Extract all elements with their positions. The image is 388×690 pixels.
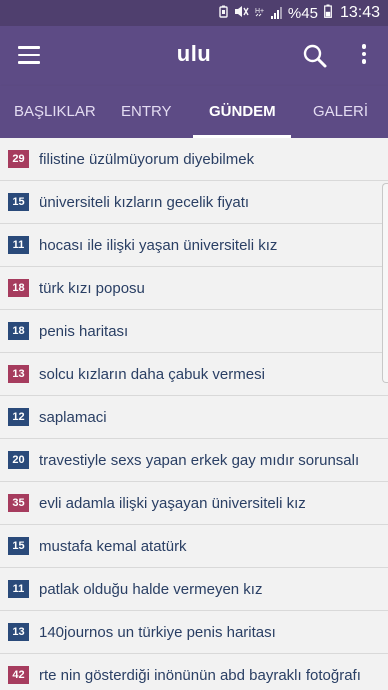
entry-count-badge: 42 (8, 666, 29, 684)
entry-count-badge: 29 (8, 150, 29, 168)
topic-title: evli adamla ilişki yaşayan üniversiteli … (39, 494, 306, 512)
topic-title: hocası ile ilişki yaşan üniversiteli kız (39, 236, 278, 254)
scrollbar-handle[interactable] (382, 183, 388, 383)
topic-row[interactable]: 20 travestiyle sexs yapan erkek gay mıdır… (0, 439, 388, 482)
entry-count-badge: 11 (8, 236, 29, 254)
topic-title: üniversiteli kızların gecelik fiyatı (39, 193, 250, 211)
topic-row[interactable]: 18 türk kızı poposu (0, 267, 388, 310)
tab-basliklar[interactable]: BAŞLIKLAR (14, 86, 96, 138)
battery-icon (324, 4, 332, 22)
entry-count-badge: 15 (8, 537, 29, 555)
tab-entry[interactable]: ENTRY (121, 86, 172, 138)
app-bar: ulu (0, 26, 388, 86)
topic-row[interactable]: 35 evli adamla ilişki yaşayan üniversitel… (0, 482, 388, 525)
tab-galeri[interactable]: GALERİ (313, 86, 368, 138)
topic-row[interactable]: 29 filistine üzülmüyorum diyebilmek (0, 138, 388, 181)
tab-gundem[interactable]: GÜNDEM (209, 86, 276, 138)
entry-count-badge: 11 (8, 580, 29, 598)
topic-row[interactable]: 42 rte nin gösterdiği inönünün abd bayrak… (0, 654, 388, 690)
entry-count-badge: 15 (8, 193, 29, 211)
topic-title: türk kızı poposu (39, 279, 145, 297)
mute-icon (234, 5, 249, 21)
topic-title: 140journos un türkiye penis haritası (39, 623, 276, 641)
no-wifi-icon: H+ (255, 5, 265, 21)
topic-row[interactable]: 13 solcu kızların daha çabuk vermesi (0, 353, 388, 396)
topic-row[interactable]: 12 saplamaci (0, 396, 388, 439)
clock: 13:43 (339, 4, 380, 21)
status-bar: H+ %45 13:43 (0, 0, 388, 26)
battery-percentage: %45 (287, 4, 318, 22)
topic-row[interactable]: 15 mustafa kemal atatürk (0, 525, 388, 568)
topic-title: saplamaci (39, 408, 107, 426)
entry-count-badge: 12 (8, 408, 29, 426)
topic-row[interactable]: 15 üniversiteli kızların gecelik fiyatı (0, 181, 388, 224)
signal-icon (270, 7, 282, 19)
topic-title: travestiyle sexs yapan erkek gay mıdır s… (39, 451, 360, 469)
topic-title: solcu kızların daha çabuk vermesi (39, 365, 265, 383)
battery-saver-icon (219, 5, 228, 21)
entry-count-badge: 18 (8, 322, 29, 340)
topic-title: patlak olduğu halde vermeyen kız (39, 580, 263, 598)
more-options-icon[interactable] (356, 44, 372, 68)
search-icon[interactable] (302, 43, 328, 69)
topic-title: mustafa kemal atatürk (39, 537, 187, 555)
network-type-label: H+ (255, 8, 264, 15)
topic-title: rte nin gösterdiği inönünün abd bayraklı… (39, 666, 361, 684)
entry-count-badge: 13 (8, 365, 29, 383)
entry-count-badge: 20 (8, 451, 29, 469)
topic-row[interactable]: 13 140journos un türkiye penis haritası (0, 611, 388, 654)
app-title: ulu (176, 41, 212, 66)
topic-title: filistine üzülmüyorum diyebilmek (39, 150, 255, 168)
tab-bar: BAŞLIKLAR ENTRY GÜNDEM GALERİ (0, 86, 388, 138)
topic-row[interactable]: 18 penis haritası (0, 310, 388, 353)
topic-list: 29 filistine üzülmüyorum diyebilmek 15 üniv… (0, 138, 388, 690)
entry-count-badge: 35 (8, 494, 29, 512)
topic-title: penis haritası (39, 322, 129, 340)
topic-row[interactable]: 11 patlak olduğu halde vermeyen kız (0, 568, 388, 611)
topic-row[interactable]: 11 hocası ile ilişki yaşan üniversiteli k… (0, 224, 388, 267)
entry-count-badge: 18 (8, 279, 29, 297)
entry-count-badge: 13 (8, 623, 29, 641)
